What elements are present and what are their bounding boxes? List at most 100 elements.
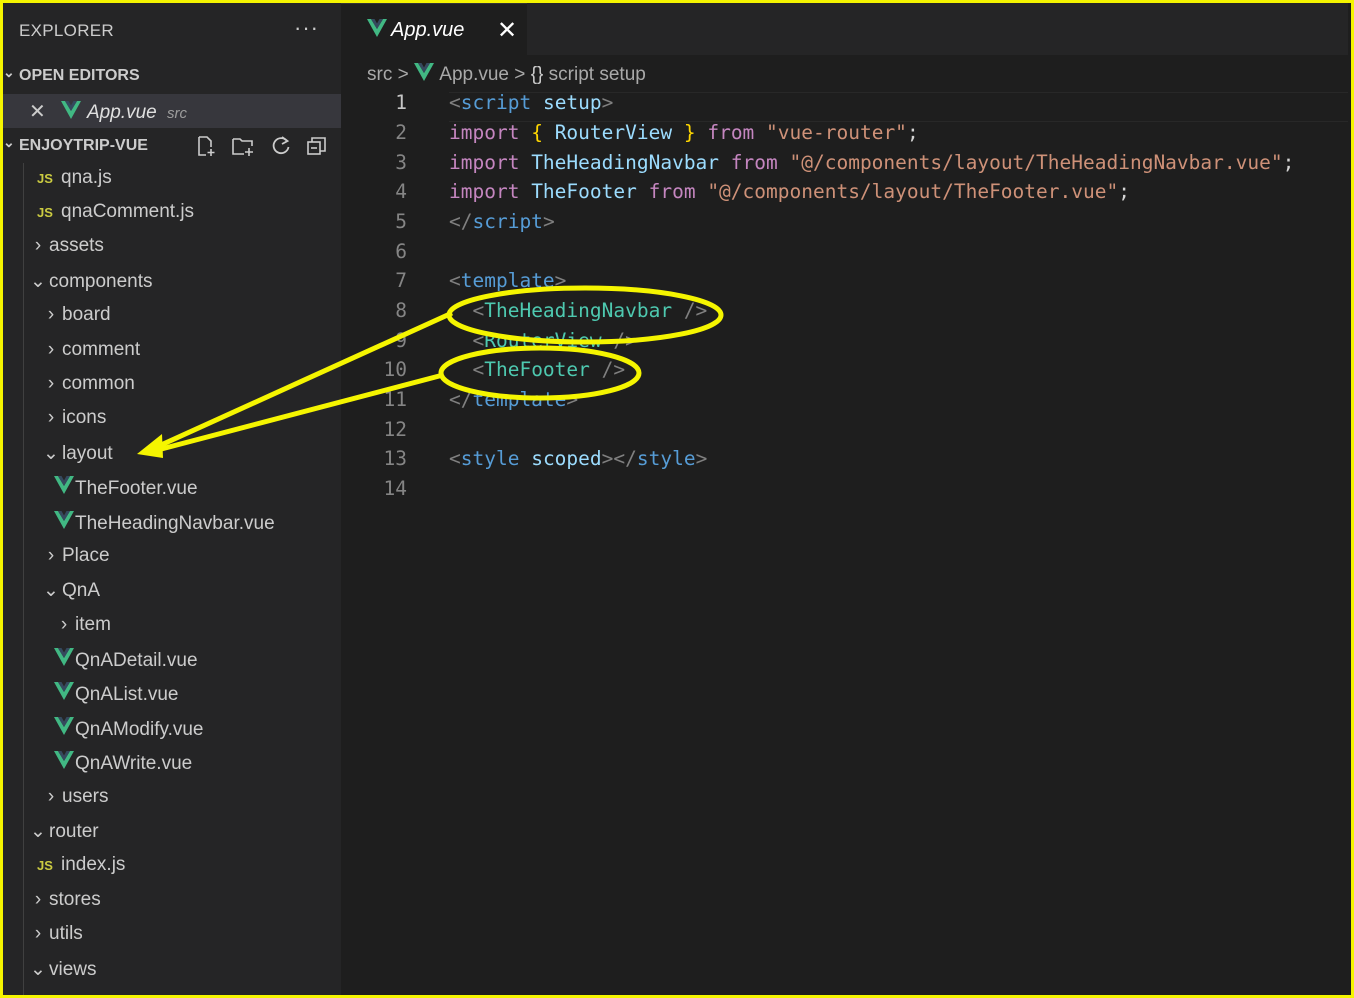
breadcrumb-file[interactable]: App.vue bbox=[439, 64, 509, 85]
explorer-toolbar bbox=[195, 135, 338, 162]
js-file-icon: JS bbox=[37, 171, 53, 186]
tree-item-stores[interactable]: › stores bbox=[27, 889, 101, 923]
code-line-11: </template> bbox=[449, 388, 579, 411]
chevron-right-icon: › bbox=[47, 304, 55, 325]
line-number: 12 bbox=[383, 418, 407, 441]
line-number: 9 bbox=[395, 329, 407, 352]
js-file-icon: JS bbox=[37, 858, 53, 873]
tree-item-icons[interactable]: › icons bbox=[40, 407, 107, 441]
line-number: 10 bbox=[383, 358, 407, 381]
code-line-1: <script setup> bbox=[449, 91, 614, 114]
open-editors-label: OPEN EDITORS bbox=[19, 67, 140, 84]
code-line-4: import TheFooter from "@/components/layo… bbox=[449, 180, 1130, 203]
breadcrumb-symbol[interactable]: script setup bbox=[549, 64, 646, 85]
vue-file-icon bbox=[61, 101, 81, 124]
line-number: 11 bbox=[383, 388, 407, 411]
more-actions-icon[interactable]: ··· bbox=[294, 15, 319, 41]
refresh-icon[interactable] bbox=[270, 135, 292, 157]
chevron-down-icon: ⌄ bbox=[3, 64, 15, 80]
chevron-right-icon: › bbox=[34, 889, 42, 910]
breadcrumb-sep-icon: > bbox=[397, 64, 409, 85]
vue-file-icon bbox=[53, 511, 75, 535]
tree-item-common[interactable]: › common bbox=[40, 373, 135, 407]
tree-item-views[interactable]: ⌄ views bbox=[27, 958, 96, 992]
line-number: 3 bbox=[395, 151, 407, 174]
tree-item-theheadingnavbar-vue[interactable]: TheHeadingNavbar.vue bbox=[53, 511, 275, 545]
breadcrumb: src > App.vue > {} script setup bbox=[367, 63, 646, 87]
tree-item-assets[interactable]: › assets bbox=[27, 235, 104, 269]
close-icon[interactable]: ✕ bbox=[29, 99, 46, 124]
chevron-right-icon: › bbox=[34, 923, 42, 944]
line-number: 4 bbox=[395, 180, 407, 203]
symbol-braces-icon: {} bbox=[530, 64, 544, 85]
line-number: 6 bbox=[395, 240, 407, 263]
tree-item-components[interactable]: ⌄ components bbox=[27, 270, 152, 304]
tree-item-thefooter-vue[interactable]: TheFooter.vue bbox=[53, 476, 198, 510]
project-section[interactable]: ⌄ ENJOYTRIP-VUE bbox=[3, 131, 341, 161]
vue-file-icon bbox=[53, 476, 75, 500]
tree-item-users[interactable]: › users bbox=[40, 786, 109, 820]
vue-file-icon bbox=[53, 682, 75, 706]
line-number: 5 bbox=[395, 210, 407, 233]
breadcrumb-sep-icon: > bbox=[514, 64, 526, 85]
tree-item-comment[interactable]: › comment bbox=[40, 339, 140, 373]
chevron-down-icon: ⌄ bbox=[43, 580, 59, 601]
vue-file-icon bbox=[367, 19, 387, 42]
new-file-icon[interactable] bbox=[195, 135, 217, 157]
tree-item-qnacomment-js[interactable]: JS qnaComment.js bbox=[37, 201, 194, 235]
tree-item-item[interactable]: › item bbox=[53, 614, 111, 648]
code-line-8: <TheHeadingNavbar /> bbox=[449, 299, 708, 322]
tab-app-vue[interactable]: App.vue ✕ bbox=[341, 3, 527, 56]
close-tab-icon[interactable]: ✕ bbox=[497, 16, 517, 45]
line-number: 13 bbox=[383, 447, 407, 470]
line-number: 1 bbox=[395, 91, 407, 114]
line-number: 8 bbox=[395, 299, 407, 322]
open-file-dir: src bbox=[167, 105, 187, 122]
tree-item-router[interactable]: ⌄ router bbox=[27, 820, 99, 854]
tree-item-qnadetail-vue[interactable]: QnADetail.vue bbox=[53, 648, 198, 682]
chevron-right-icon: › bbox=[34, 235, 42, 256]
chevron-right-icon: › bbox=[47, 786, 55, 807]
code-line-10: <TheFooter /> bbox=[449, 358, 626, 381]
tree-item-utils[interactable]: › utils bbox=[27, 923, 83, 957]
chevron-down-icon: ⌄ bbox=[30, 271, 46, 292]
code-line-9: <RouterView /> bbox=[449, 329, 637, 352]
editor-area: App.vue ✕ src > App.vue > {} script setu… bbox=[341, 3, 1348, 995]
js-file-icon: JS bbox=[37, 205, 53, 220]
chevron-right-icon: › bbox=[60, 614, 68, 635]
tree-item-index-js[interactable]: JS index.js bbox=[37, 854, 125, 888]
open-editors-section[interactable]: ⌄ OPEN EDITORS bbox=[3, 61, 341, 91]
collapse-all-icon[interactable] bbox=[306, 135, 328, 157]
code-line-2: import { RouterView } from "vue-router"; bbox=[449, 121, 919, 144]
tree-item-qnawrite-vue[interactable]: QnAWrite.vue bbox=[53, 751, 192, 785]
code-line-5: </script> bbox=[449, 210, 555, 233]
chevron-down-icon: ⌄ bbox=[30, 821, 46, 842]
vue-file-icon bbox=[414, 63, 434, 86]
code-line-7: <template> bbox=[449, 269, 567, 292]
open-editor-item[interactable]: ✕ App.vue src bbox=[3, 94, 341, 128]
tree-item-qna[interactable]: ⌄ QnA bbox=[40, 579, 100, 613]
chevron-right-icon: › bbox=[47, 373, 55, 394]
tree-item-qnalist-vue[interactable]: QnAList.vue bbox=[53, 682, 179, 716]
line-number: 14 bbox=[383, 477, 407, 500]
line-number: 2 bbox=[395, 121, 407, 144]
tree-item-place[interactable]: › Place bbox=[40, 545, 110, 579]
vue-file-icon bbox=[53, 648, 75, 672]
explorer-sidebar: EXPLORER ··· ⌄ OPEN EDITORS ✕ App.vue sr… bbox=[3, 3, 341, 995]
line-number: 7 bbox=[395, 269, 407, 292]
code-line-3: import TheHeadingNavbar from "@/componen… bbox=[449, 151, 1295, 174]
new-folder-icon[interactable] bbox=[231, 135, 255, 157]
breadcrumb-src[interactable]: src bbox=[367, 64, 392, 85]
tab-bar: App.vue ✕ bbox=[341, 3, 1348, 56]
chevron-right-icon: › bbox=[47, 407, 55, 428]
explorer-title: EXPLORER bbox=[19, 21, 114, 40]
tree-item-qna-js[interactable]: JS qna.js bbox=[37, 167, 112, 201]
chevron-down-icon: ⌄ bbox=[43, 443, 59, 464]
vue-file-icon bbox=[53, 751, 75, 775]
tree-item-board[interactable]: › board bbox=[40, 304, 111, 338]
chevron-right-icon: › bbox=[47, 545, 55, 566]
tree-item-layout[interactable]: ⌄ layout bbox=[40, 442, 113, 476]
tree-item-qnamodify-vue[interactable]: QnAModify.vue bbox=[53, 717, 203, 751]
indent-guide bbox=[23, 163, 24, 995]
code-line-13: <style scoped></style> bbox=[449, 447, 708, 470]
